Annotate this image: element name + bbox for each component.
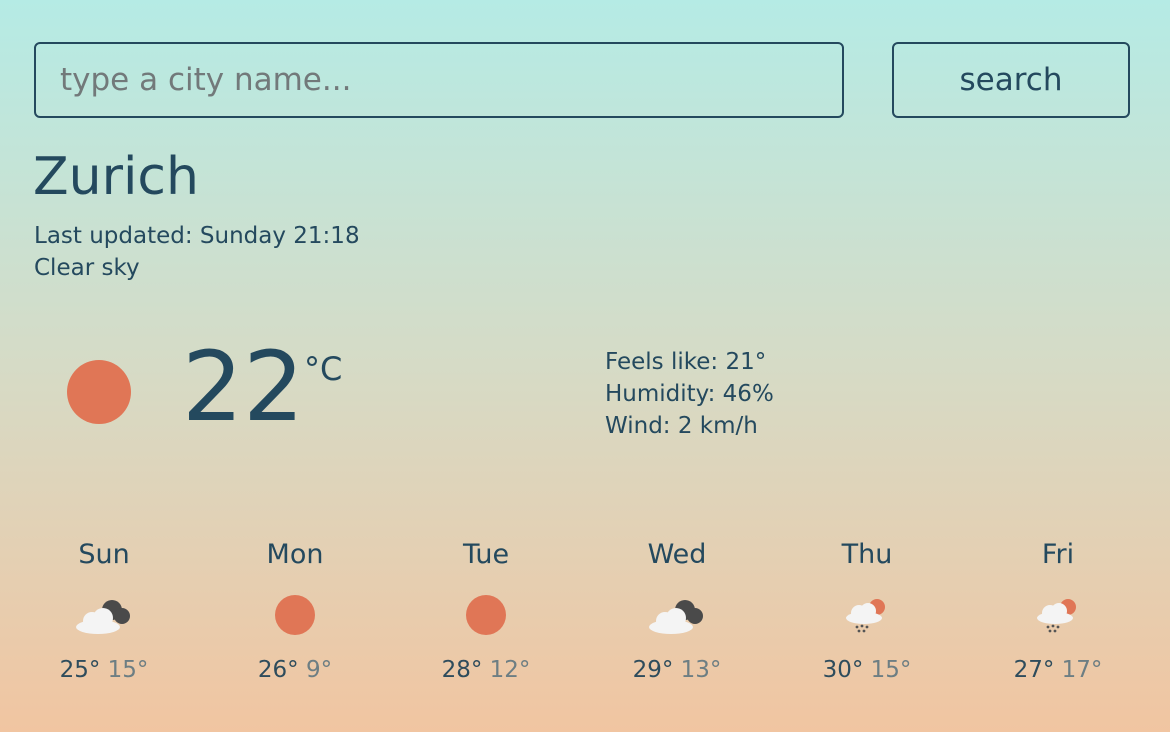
forecast-day-name: Sun	[78, 539, 130, 570]
forecast-min-temp: 15°	[107, 657, 149, 683]
weather-details: Feels like: 21° Humidity: 46% Wind: 2 km…	[605, 346, 774, 442]
search-button[interactable]: search	[892, 42, 1130, 118]
forecast-max-temp: 29°	[632, 657, 674, 683]
forecast-min-temp: 12°	[489, 657, 531, 683]
partly-cloudy-night-icon	[72, 591, 136, 639]
forecast-day-name: Fri	[1041, 539, 1075, 570]
forecast-max-temp: 25°	[59, 657, 101, 683]
weather-description: Clear sky	[34, 255, 140, 281]
humidity: Humidity: 46%	[605, 381, 774, 407]
last-updated: Last updated: Sunday 21:18	[34, 223, 360, 249]
forecast-day: Tue 28° 12°	[416, 535, 556, 705]
forecast-max-temp: 28°	[441, 657, 483, 683]
forecast-min-temp: 13°	[680, 657, 722, 683]
forecast-day: Sun 25° 15°	[34, 535, 174, 705]
partly-cloudy-night-icon	[645, 591, 709, 639]
forecast-min-temp: 15°	[870, 657, 912, 683]
forecast-min-temp: 17°	[1061, 657, 1103, 683]
forecast-day: Thu 30° 15°	[797, 535, 937, 705]
forecast-day-name: Thu	[841, 539, 893, 570]
forecast-day-name: Mon	[266, 539, 324, 570]
forecast-max-temp: 27°	[1013, 657, 1055, 683]
forecast-temps: 30° 15°	[797, 657, 937, 683]
clear-sky-icon	[454, 591, 518, 639]
rain-icon	[1026, 591, 1090, 639]
forecast-day-name: Wed	[647, 539, 707, 570]
feels-like: Feels like: 21°	[605, 349, 767, 375]
forecast: Sun 25° 15° Mon 26° 9° Tue 28° 12° Wed 2…	[0, 535, 1170, 705]
forecast-max-temp: 30°	[822, 657, 864, 683]
forecast-temps: 27° 17°	[988, 657, 1128, 683]
current-temperature: 22	[182, 331, 305, 443]
search-input[interactable]	[34, 42, 844, 118]
forecast-temps: 26° 9°	[225, 657, 365, 683]
clear-sky-icon	[67, 360, 131, 424]
forecast-temps: 28° 12°	[416, 657, 556, 683]
forecast-day: Fri 27° 17°	[988, 535, 1128, 705]
weather-app: search Zurich Last updated: Sunday 21:18…	[0, 0, 1170, 732]
forecast-day: Wed 29° 13°	[607, 535, 747, 705]
forecast-min-temp: 9°	[305, 657, 333, 683]
city-name: Zurich	[33, 147, 199, 207]
forecast-temps: 29° 13°	[607, 657, 747, 683]
clear-sky-icon	[263, 591, 327, 639]
forecast-day-name: Tue	[462, 539, 510, 570]
forecast-max-temp: 26°	[257, 657, 299, 683]
forecast-temps: 25° 15°	[34, 657, 174, 683]
rain-icon	[835, 591, 899, 639]
wind: Wind: 2 km/h	[605, 413, 758, 439]
temperature-unit: °C	[304, 350, 343, 388]
forecast-day: Mon 26° 9°	[225, 535, 365, 705]
